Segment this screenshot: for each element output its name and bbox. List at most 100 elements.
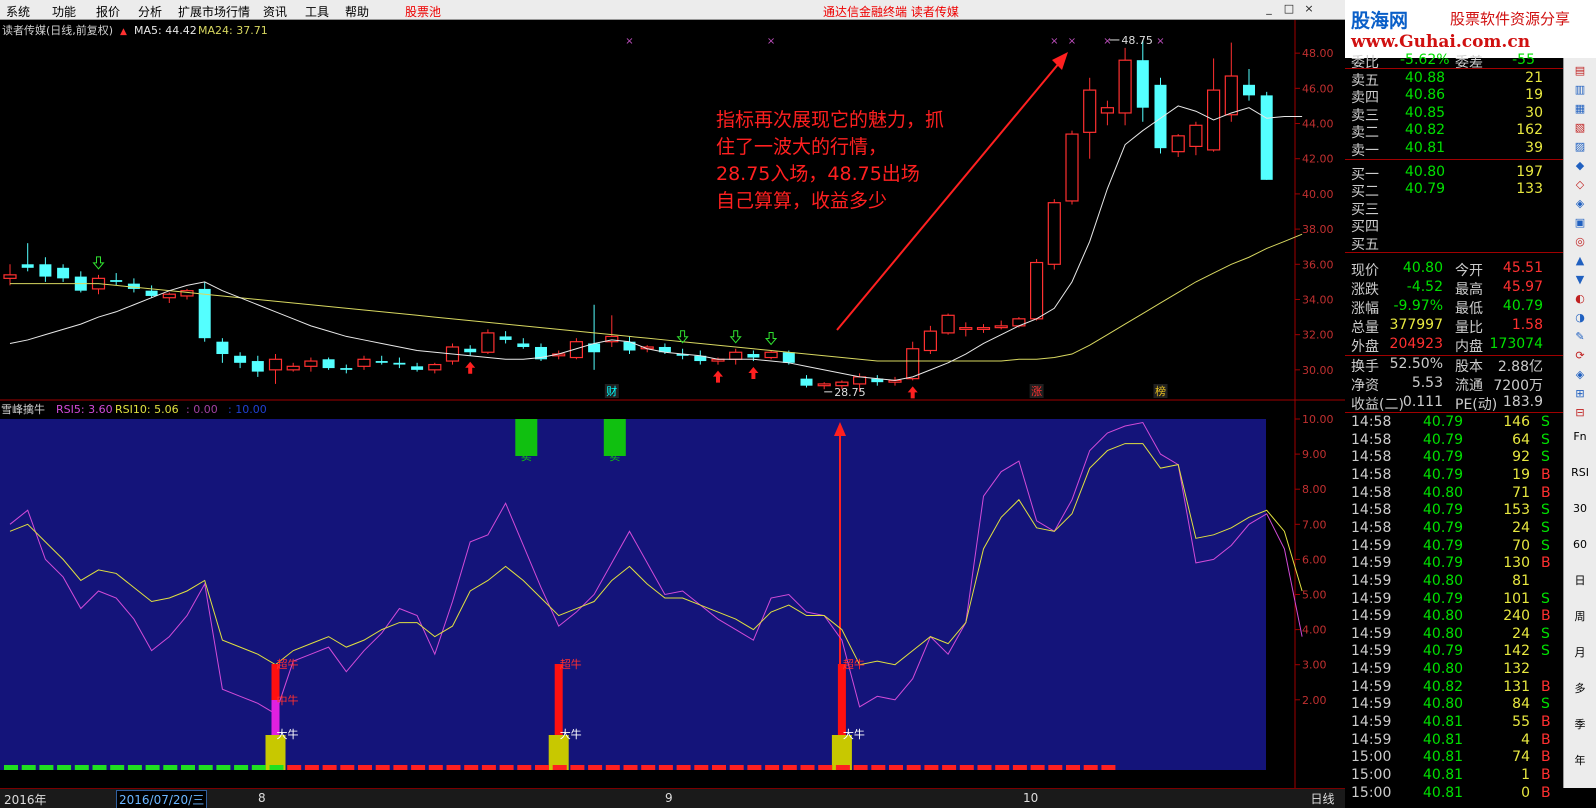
stat-key: 外盘 (1351, 339, 1379, 355)
tick-volume: 153 (1503, 502, 1530, 519)
logo-url: www.Guhai.com.cn (1351, 32, 1531, 52)
candle-body (1243, 84, 1255, 96)
toolbar-period-1[interactable]: RSI (1567, 464, 1593, 482)
info-key: 收益(二) (1351, 397, 1404, 413)
tick-volume: 19 (1512, 466, 1530, 483)
info-row: 净资 5.53 流通 7200万 (1345, 375, 1563, 394)
ask-price: 40.81 (1405, 139, 1446, 156)
toolbar-tool-icon[interactable]: ⊞ (1567, 385, 1593, 403)
rsi-tick-label: 8.00 (1302, 483, 1327, 496)
toolbar-tool-icon[interactable]: ▣ (1567, 214, 1593, 232)
trend-bar (446, 765, 461, 770)
toolbar-tool-icon[interactable]: ▧ (1567, 119, 1593, 137)
minimize-icon[interactable]: _ (1262, 2, 1276, 16)
candle-body (110, 280, 123, 282)
toolbar-period-8[interactable]: 季 (1567, 716, 1593, 734)
tick-row: 14:59 40.79 70 S (1345, 538, 1563, 556)
stat-key: 现价 (1351, 263, 1379, 279)
candle-body (286, 365, 300, 371)
toolbar-period-0[interactable]: Fn (1567, 428, 1593, 446)
trend-bar (729, 765, 744, 770)
toolbar-tool-icon[interactable]: ✎ (1567, 328, 1593, 346)
toolbar-tool-icon[interactable]: ◑ (1567, 309, 1593, 327)
menu-item-6[interactable]: 工具 (305, 3, 329, 20)
toolbar-tool-icon[interactable]: ◐ (1567, 290, 1593, 308)
toolbar-period-4[interactable]: 日 (1567, 572, 1593, 590)
toolbar-tool-icon[interactable]: ⟳ (1567, 347, 1593, 365)
maximize-icon[interactable]: □ (1282, 2, 1296, 16)
toolbar-period-9[interactable]: 年 (1567, 752, 1593, 770)
toolbar-period-3[interactable]: 60 (1567, 536, 1593, 554)
tick-row: 14:58 40.79 153 S (1345, 502, 1563, 520)
tick-volume: 146 (1503, 414, 1530, 430)
toolbar-period-2[interactable]: 30 (1567, 500, 1593, 518)
trend-bar (481, 765, 496, 770)
candle-body (1012, 318, 1026, 327)
toolbar-tool-icon[interactable]: ◎ (1567, 233, 1593, 251)
trend-bar (304, 765, 319, 770)
ask-price: 40.86 (1405, 87, 1446, 104)
toolbar-tool-icon[interactable]: ▤ (1567, 62, 1593, 80)
ask-volume: 162 (1516, 122, 1543, 139)
close-icon[interactable]: × (1302, 2, 1316, 16)
toolbar-period-5[interactable]: 周 (1567, 608, 1593, 626)
toolbar-tool-icon[interactable]: ◈ (1567, 366, 1593, 384)
period-dayline-button[interactable]: 日线 (1300, 790, 1345, 808)
candle-body (340, 368, 353, 370)
ask-volume: 39 (1525, 139, 1543, 156)
bull-signal-label: 大牛 (843, 727, 865, 741)
trend-bar (694, 765, 709, 770)
toolbar-period-6[interactable]: 月 (1567, 644, 1593, 662)
current-date[interactable]: 2016/07/20/三 (116, 790, 208, 808)
stat-row: 总量 377997 量比 1.58 (1345, 317, 1563, 336)
trend-bar (906, 765, 921, 770)
tick-row: 15:00 40.81 1 B (1345, 767, 1563, 785)
toolbar-period-7[interactable]: 多 (1567, 680, 1593, 698)
toolbar-tool-icon[interactable]: ▼ (1567, 271, 1593, 289)
toolbar-tool-icon[interactable]: ▲ (1567, 252, 1593, 270)
bid-row: 买四 (1345, 216, 1563, 235)
toolbar-tool-icon[interactable]: ▦ (1567, 100, 1593, 118)
trend-bar (605, 765, 620, 770)
menu-item-4[interactable]: 扩展市场行情 (178, 3, 250, 20)
trend-bar (1083, 765, 1098, 770)
menu-item-1[interactable]: 功能 (52, 3, 76, 20)
trend-bar (977, 765, 992, 770)
order-diff-label: 委差 (1455, 55, 1483, 71)
trend-bar (428, 765, 443, 770)
info-row: 换手 52.50% 股本 2.88亿 (1345, 356, 1563, 375)
menu-item-5[interactable]: 资讯 (263, 3, 287, 20)
trend-bar (623, 765, 638, 770)
candle-body (906, 348, 920, 380)
stat-row: 涨幅 -9.97% 最低 40.79 (1345, 298, 1563, 317)
toolbar-tool-icon[interactable]: ⊟ (1567, 404, 1593, 422)
menu-item-3[interactable]: 分析 (138, 3, 162, 20)
candle-body (162, 293, 176, 299)
menu-item-2[interactable]: 报价 (96, 3, 120, 20)
tick-volume: 70 (1512, 537, 1530, 554)
tick-time: 15:00 (1351, 767, 1392, 783)
tick-price: 40.81 (1423, 767, 1464, 783)
toolbar-tool-icon[interactable]: ▨ (1567, 138, 1593, 156)
event-label: 榜 (1155, 384, 1166, 398)
ask-row: 卖五 40.88 21 (1345, 70, 1563, 89)
menu-item-0[interactable]: 系统 (6, 3, 30, 20)
trend-bar (1066, 765, 1080, 770)
stat-key: 最低 (1455, 301, 1483, 317)
candle-body (304, 360, 318, 367)
toolbar-tool-icon[interactable]: ◆ (1567, 157, 1593, 175)
stat-row: 现价 40.80 今开 45.51 (1345, 260, 1563, 279)
stock-pool-menu[interactable]: 股票池 (405, 3, 441, 20)
candle-body (21, 264, 34, 268)
ask-label: 卖一 (1351, 142, 1379, 159)
stock-chart[interactable]: 读者传媒(日线,前复权) ▲ MA5: 44.42 MA24: 37.71 雪峰擒牛 RS… (0, 20, 1345, 788)
toolbar-tool-icon[interactable]: ▥ (1567, 81, 1593, 99)
toolbar-tool-icon[interactable]: ◇ (1567, 176, 1593, 194)
tick-time: 14:59 (1351, 555, 1392, 572)
info-value: 52.50% (1389, 356, 1443, 372)
menu-item-7[interactable]: 帮助 (345, 3, 369, 20)
stat-value: 45.51 (1502, 260, 1543, 276)
date-axis-bar: 2016年 2016/07/20/三 8 9 10 (0, 788, 1345, 808)
toolbar-tool-icon[interactable]: ◈ (1567, 195, 1593, 213)
trend-bar (21, 765, 36, 770)
